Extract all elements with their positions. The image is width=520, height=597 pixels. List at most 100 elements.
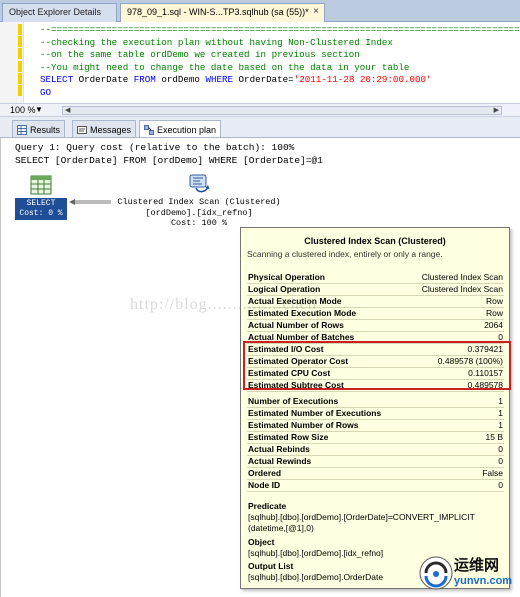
code-line-comment: --You might need to change the date base… xyxy=(40,61,410,73)
property-value: 1 xyxy=(498,408,503,418)
tab-sql-document-label: 978_09_1.sql - WIN-S...TP3.sqlhub (sa (5… xyxy=(127,7,309,17)
change-marker xyxy=(18,73,22,84)
horizontal-scrollbar[interactable]: ◀ ▶ xyxy=(62,106,502,115)
clustered-index-scan-icon xyxy=(189,174,210,193)
tooltip-row: Ordered False xyxy=(247,468,504,480)
property-name: Actual Rewinds xyxy=(248,456,312,466)
messages-icon xyxy=(77,126,87,134)
result-tabs: Results Messages Execution plan xyxy=(0,117,520,138)
grid-icon xyxy=(17,125,27,135)
tooltip-row: Physical Operation Clustered Index Scan xyxy=(247,272,504,284)
tab-object-explorer-details[interactable]: Object Explorer Details xyxy=(2,3,117,22)
editor-gutter xyxy=(0,22,24,103)
property-value: Row xyxy=(485,308,503,318)
predicate-text-1: [sqlhub].[dbo].[ordDemo].[OrderDate]=CON… xyxy=(248,512,475,522)
scroll-left-icon[interactable]: ◀ xyxy=(65,106,70,114)
scroll-right-icon[interactable]: ▶ xyxy=(494,106,499,114)
property-name: Actual Number of Rows xyxy=(248,320,344,330)
output-list-heading: Output List xyxy=(248,561,294,571)
output-list-value: [sqlhub].[dbo].[ordDemo].OrderDate xyxy=(248,572,384,582)
tab-sql-document[interactable]: 978_09_1.sql - WIN-S...TP3.sqlhub (sa (5… xyxy=(120,3,325,22)
predicate-heading: Predicate xyxy=(248,501,287,511)
predicate-text-2: (datetime,[@1],0) xyxy=(248,523,314,533)
watermark-text: http://blog...............chen xyxy=(130,296,317,313)
clustered-index-scan-node[interactable]: Clustered Index Scan (Clustered) [ordDem… xyxy=(109,174,289,229)
property-value: False xyxy=(482,468,503,478)
scan-node-title: Clustered Index Scan (Clustered) xyxy=(117,197,281,207)
tooltip-title: Clustered Index Scan (Clustered) xyxy=(304,236,446,246)
property-name: Estimated Number of Executions xyxy=(248,408,382,418)
logo-chinese-text: 运维网 xyxy=(454,556,500,574)
property-name: Estimated Number of Rows xyxy=(248,420,359,430)
tab-messages[interactable]: Messages xyxy=(72,120,137,137)
tooltip-row: Logical Operation Clustered Index Scan xyxy=(247,284,504,296)
logo-domain-text: yunvn.com xyxy=(454,575,513,587)
property-value: 1 xyxy=(498,420,503,430)
tooltip-row: Actual Rebinds 0 xyxy=(247,444,504,456)
string-literal-date: '2011-11-28 20:29:00.000' xyxy=(293,74,432,85)
code-text: --======================================… xyxy=(40,24,520,99)
document-tab-strip: Object Explorer Details 978_09_1.sql - W… xyxy=(0,0,520,22)
close-icon[interactable]: × xyxy=(313,6,319,17)
select-node-label: SELECT Cost: 0 % xyxy=(15,198,67,220)
tooltip-row: Actual Number of Rows 2064 xyxy=(247,320,504,332)
property-name: Physical Operation xyxy=(248,272,325,282)
property-name: Logical Operation xyxy=(248,284,321,294)
chevron-down-icon[interactable]: ▼ xyxy=(35,105,43,114)
property-name: Ordered xyxy=(248,468,282,478)
property-value: Clustered Index Scan xyxy=(421,284,503,294)
code-line-go: GO xyxy=(40,86,52,98)
change-marker xyxy=(18,61,22,72)
tab-execution-plan-label: Execution plan xyxy=(157,125,217,135)
code-line-select: SELECT OrderDate FROM ordDemo WHERE Orde… xyxy=(40,74,520,87)
query-text-line: SELECT [OrderDate] FROM [ordDemo] WHERE … xyxy=(15,155,323,166)
tab-object-explorer-label: Object Explorer Details xyxy=(9,7,102,17)
data-flow-arrow-icon xyxy=(69,199,111,205)
code-line-comment: --======================================… xyxy=(40,24,520,35)
tab-messages-label: Messages xyxy=(90,125,132,135)
property-value: 0 xyxy=(498,444,503,454)
operator-tooltip: Clustered Index Scan (Clustered) Scannin… xyxy=(240,227,510,589)
zoom-bar: 100 % ▼ ◀ ▶ xyxy=(0,103,520,117)
property-value: 15 B xyxy=(485,432,504,442)
tab-results-label: Results xyxy=(30,125,61,135)
query-cost-line: Query 1: Query cost (relative to the bat… xyxy=(15,142,295,153)
tooltip-row: Node ID 0 xyxy=(247,480,504,492)
select-node-name: SELECT xyxy=(26,199,56,208)
keyword-where: WHERE xyxy=(205,74,234,85)
tab-results[interactable]: Results xyxy=(12,120,66,137)
change-marker xyxy=(18,24,22,35)
tooltip-description: Scanning a clustered index, entirely or … xyxy=(247,249,443,259)
cost-highlight-box xyxy=(243,341,511,390)
property-value: Clustered Index Scan xyxy=(421,272,503,282)
property-value: 1 xyxy=(498,396,503,406)
scan-node-object: [ordDemo].[idx_refno] xyxy=(145,207,253,218)
property-value: 0 xyxy=(498,480,503,490)
tab-execution-plan[interactable]: Execution plan xyxy=(139,120,222,137)
keyword-from: FROM xyxy=(133,74,156,85)
select-node-cost: Cost: 0 % xyxy=(19,209,63,218)
property-value: 2064 xyxy=(484,320,503,330)
property-name: Node ID xyxy=(248,480,281,490)
change-marker xyxy=(18,48,22,59)
property-value: 0 xyxy=(498,456,503,466)
keyword-select: SELECT xyxy=(40,74,74,85)
tooltip-output-list: Output List [sqlhub].[dbo].[ordDemo].Ord… xyxy=(248,561,383,583)
property-value: Row xyxy=(485,296,503,306)
tooltip-row: Number of Executions 1 xyxy=(247,396,504,408)
code-line-comment: --on the same table ordDemo we created i… xyxy=(40,49,360,60)
change-marker xyxy=(18,36,22,47)
object-value: [sqlhub].[dbo].[ordDemo].[idx_refno] xyxy=(248,548,384,558)
tooltip-row: Actual Rewinds 0 xyxy=(247,456,504,468)
select-table-icon xyxy=(30,175,52,195)
tooltip-row: Estimated Row Size 15 B xyxy=(247,432,504,444)
property-name: Actual Rebinds xyxy=(248,444,310,454)
tooltip-predicate: Predicate [sqlhub].[dbo].[ordDemo].[Orde… xyxy=(248,501,475,534)
tooltip-object: Object [sqlhub].[dbo].[ordDemo].[idx_ref… xyxy=(248,537,383,559)
identifier-orderdate-2: OrderDate xyxy=(238,74,289,85)
property-name: Estimated Row Size xyxy=(248,432,329,442)
query-editor[interactable]: --======================================… xyxy=(0,22,520,103)
tooltip-row: Estimated Number of Rows 1 xyxy=(247,420,504,432)
zoom-level[interactable]: 100 % xyxy=(10,105,36,115)
tooltip-row: Estimated Number of Executions 1 xyxy=(247,408,504,420)
